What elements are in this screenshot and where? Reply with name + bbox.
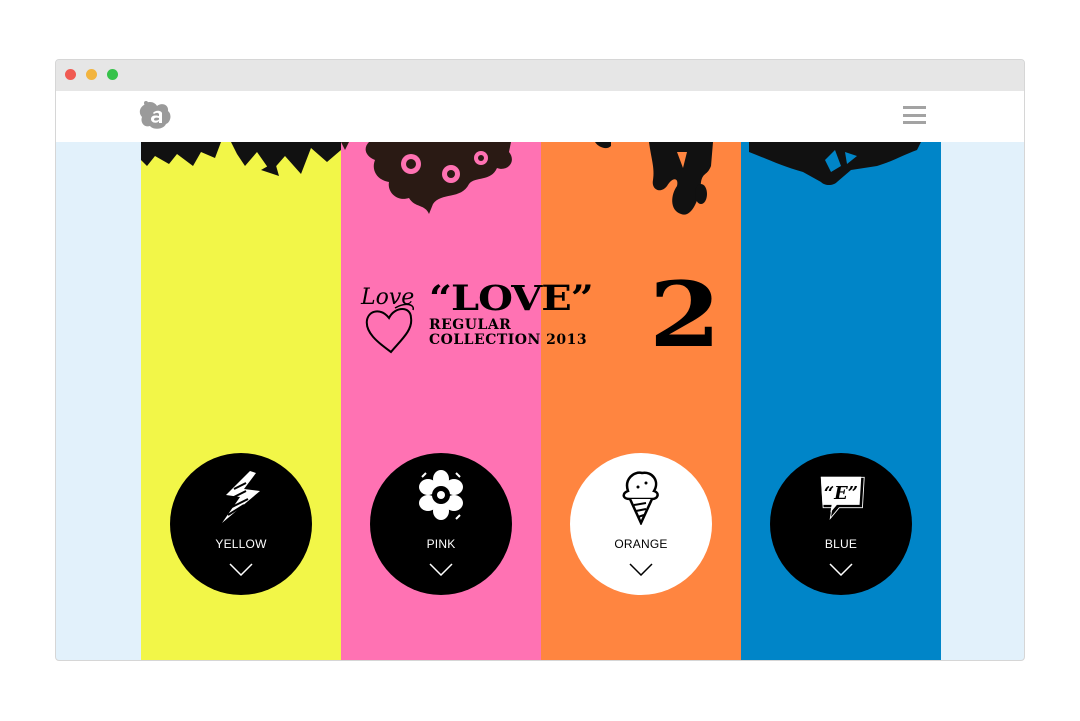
headline-subtitle-line1: REGULAR	[429, 317, 512, 333]
browser-window: YELLOW PINK ORANGE “E” BLUE Love “LOVE” …	[55, 59, 1025, 661]
graphic-flowers-art	[341, 142, 512, 214]
svg-text:Love: Love	[360, 285, 414, 310]
pink-collection-button[interactable]: PINK	[370, 453, 512, 595]
yellow-label: YELLOW	[215, 537, 267, 551]
column-pink: PINK	[341, 142, 541, 660]
yellow-collection-button[interactable]: YELLOW	[170, 453, 312, 595]
orange-collection-button[interactable]: ORANGE	[570, 453, 712, 595]
graphic-zigzag-art	[141, 142, 341, 176]
maximize-window-button[interactable]	[107, 69, 118, 80]
svg-text:“E”: “E”	[824, 483, 858, 504]
chevron-down-icon	[829, 563, 853, 576]
pink-label: PINK	[426, 537, 456, 551]
flower-icon	[419, 470, 463, 520]
graphic-drips-art	[595, 142, 713, 215]
column-orange: ORANGE	[541, 142, 741, 660]
column-yellow: YELLOW	[141, 142, 341, 660]
collection-headline: Love “LOVE” REGULAR COLLECTION 2013 2	[359, 270, 729, 360]
column-blue: “E” BLUE	[741, 142, 941, 660]
headline-number: 2	[649, 262, 722, 368]
chevron-down-icon	[229, 563, 253, 576]
speech-bubble-e-icon: “E”	[818, 474, 865, 521]
browser-titlebar	[56, 60, 1024, 91]
color-columns: YELLOW PINK ORANGE “E” BLUE Love “LOVE” …	[141, 142, 941, 660]
blue-collection-button[interactable]: “E” BLUE	[770, 453, 912, 595]
chevron-down-icon	[429, 563, 453, 576]
site-header	[56, 91, 1024, 142]
headline-subtitle-line2: COLLECTION 2013	[429, 332, 588, 348]
chevron-down-icon	[629, 563, 653, 576]
hamburger-menu-icon[interactable]	[903, 106, 926, 124]
headline-title: “LOVE”	[429, 278, 594, 319]
ice-cream-icon	[622, 471, 659, 525]
graphic-shape-art	[749, 142, 921, 185]
close-window-button[interactable]	[65, 69, 76, 80]
minimize-window-button[interactable]	[86, 69, 97, 80]
love-heart-logo: Love	[360, 285, 414, 354]
a-splash-logo-icon[interactable]	[139, 99, 173, 131]
blue-label: BLUE	[824, 537, 858, 551]
orange-label: ORANGE	[614, 537, 668, 551]
lightning-icon	[222, 471, 260, 523]
